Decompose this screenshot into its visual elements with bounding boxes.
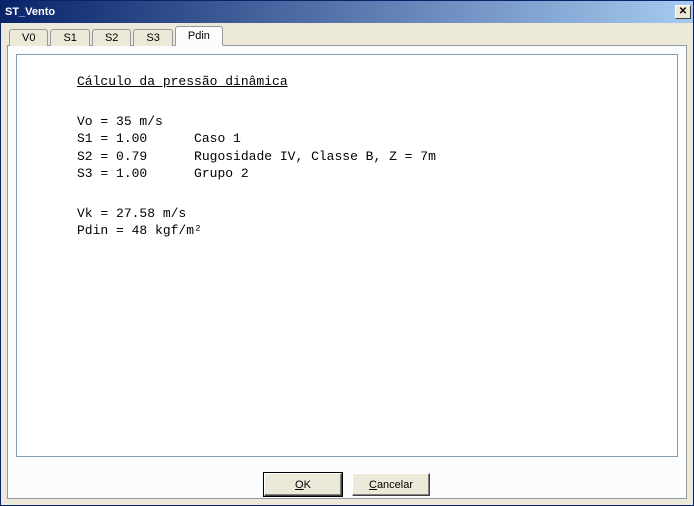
tab-pdin[interactable]: Pdin xyxy=(175,26,223,46)
cancel-button[interactable]: Cancelar xyxy=(352,473,430,496)
tab-v0[interactable]: V0 xyxy=(9,29,48,46)
tab-strip: V0 S1 S2 S3 Pdin xyxy=(9,25,687,45)
window: ST_Vento ✕ V0 S1 S2 S3 Pdin Cálculo da p… xyxy=(0,0,694,506)
titlebar: ST_Vento ✕ xyxy=(1,1,693,23)
tab-page: Cálculo da pressão dinâmica Vo = 35 m/s … xyxy=(7,45,687,499)
row-s1: S1 = 1.00 Caso 1 xyxy=(77,130,667,148)
row-s3: S3 = 1.00 Grupo 2 xyxy=(77,165,667,183)
params-block: Vo = 35 m/s S1 = 1.00 Caso 1 S2 = 0.79 R… xyxy=(77,113,667,183)
close-button[interactable]: ✕ xyxy=(675,5,691,19)
content-heading: Cálculo da pressão dinâmica xyxy=(77,73,667,91)
window-title: ST_Vento xyxy=(5,6,55,18)
client-area: V0 S1 S2 S3 Pdin Cálculo da pressão dinâ… xyxy=(1,23,693,505)
row-s2: S2 = 0.79 Rugosidade IV, Classe B, Z = 7… xyxy=(77,148,667,166)
button-row: OK Cancelar xyxy=(8,465,686,498)
row-pdin: Pdin = 48 kgf/m² xyxy=(77,222,667,240)
close-icon: ✕ xyxy=(679,7,687,17)
tab-s3[interactable]: S3 xyxy=(133,29,172,46)
content-frame: Cálculo da pressão dinâmica Vo = 35 m/s … xyxy=(16,54,678,457)
results-block: Vk = 27.58 m/s Pdin = 48 kgf/m² xyxy=(77,205,667,240)
ok-button[interactable]: OK xyxy=(264,473,342,496)
row-vk: Vk = 27.58 m/s xyxy=(77,205,667,223)
tab-s2[interactable]: S2 xyxy=(92,29,131,46)
tab-s1[interactable]: S1 xyxy=(50,29,89,46)
row-vo: Vo = 35 m/s xyxy=(77,113,667,131)
